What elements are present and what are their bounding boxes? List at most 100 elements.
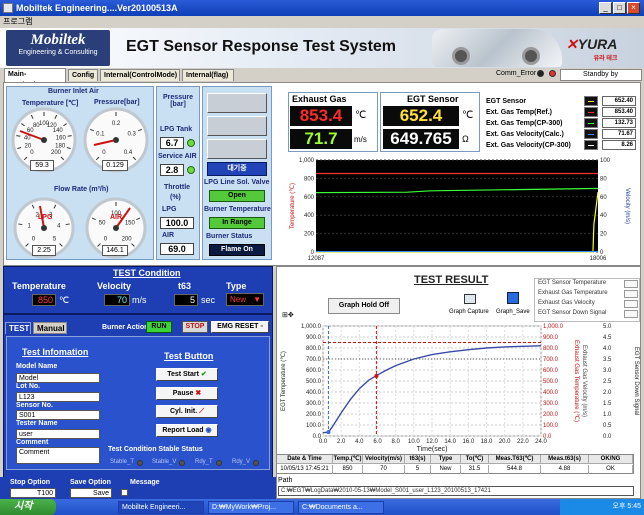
- result-y-tick-right: 0.5: [603, 423, 612, 429]
- table-header-cell: Temp.(℃): [333, 455, 363, 464]
- cyl-init-button[interactable]: Cyl. Init. ⟋: [156, 405, 218, 418]
- result-y-tick-mid: 200.0: [543, 412, 559, 418]
- test-start-button[interactable]: Test Start ✔: [156, 368, 218, 381]
- throttle-lpg-label: LPG: [162, 206, 177, 213]
- egt-title: EGT Sensor: [407, 94, 459, 104]
- sensor-value: 8.26: [602, 140, 636, 150]
- path-input[interactable]: C:₩EGT₩LogData₩2010-05-13₩Model_S001_use…: [278, 486, 634, 496]
- result-x-tick: 18.0: [481, 439, 493, 445]
- taskbar-item-mobiltek[interactable]: Mobiltek Engineeri...: [118, 501, 204, 514]
- minimize-button[interactable]: _: [599, 2, 612, 14]
- taskbar-item-documents[interactable]: C:₩Documents a...: [298, 501, 384, 514]
- close-button[interactable]: ×: [627, 2, 640, 14]
- control-button-1[interactable]: [207, 93, 267, 113]
- result-x-tick: 10.0: [408, 439, 420, 445]
- taskbar-item-mywork[interactable]: D:₩MyWork₩Proj...: [208, 501, 294, 514]
- window-titlebar: Mobiltek Engineering....Ver20100513A: [0, 0, 644, 16]
- save-icon[interactable]: [507, 292, 519, 304]
- clock: 오후 5:45: [612, 503, 641, 510]
- report-load-button[interactable]: Report Load ◉: [156, 424, 218, 437]
- trend-y-tick-right: 60: [600, 195, 607, 201]
- tab-config[interactable]: Config: [68, 69, 98, 81]
- legend-label: EGT Sensor Temperature: [538, 280, 607, 286]
- run-button[interactable]: RUN: [146, 321, 172, 333]
- tc-t63-input[interactable]: 5: [174, 294, 198, 306]
- tc-temp-input[interactable]: 850: [32, 294, 56, 306]
- comment-input[interactable]: Comment: [16, 447, 100, 464]
- tc-type-select[interactable]: New ▼: [226, 293, 264, 306]
- egt-res-display: 649.765: [383, 129, 459, 149]
- result-x-tick: 8.0: [391, 439, 400, 445]
- exhaust-title: Exhaust Gas: [292, 94, 347, 104]
- graph-save-label[interactable]: Graph_Save: [496, 309, 530, 315]
- tab-main-monitoring[interactable]: Main-Monitoring: [4, 68, 66, 89]
- pan-icon[interactable]: ✥: [288, 312, 294, 319]
- model-input[interactable]: Model: [16, 373, 100, 383]
- gauge-tick-label: 200: [51, 150, 62, 156]
- tab-test[interactable]: TEST: [5, 322, 31, 334]
- legend-item: Exhaust Gas Temperature: [538, 290, 638, 298]
- gauge-tick-label: 40: [24, 135, 31, 141]
- result-y-tick-right: 0.0: [603, 434, 612, 440]
- chart-toolbar-icons[interactable]: ⊞✥: [282, 311, 294, 319]
- graph-capture-label[interactable]: Graph Capture: [449, 309, 489, 315]
- result-x-tick: 16.0: [462, 439, 474, 445]
- standby-button[interactable]: 대기중: [207, 162, 267, 176]
- legend-item: EGT Sensor Temperature: [538, 280, 638, 288]
- burner-temp-status: In Range: [209, 217, 265, 229]
- save-option-checkbox[interactable]: [121, 489, 128, 496]
- sensor-swatch-icon: [584, 118, 598, 128]
- result-y-tick-mid: 100.0: [543, 423, 559, 429]
- sensor-row: EGT Sensor 652.40: [486, 96, 636, 107]
- checkbox-icon: ▫: [260, 323, 263, 330]
- result-t63-point: [374, 374, 379, 379]
- sensor-no-input[interactable]: S001: [16, 410, 100, 420]
- camera-icon[interactable]: [464, 294, 476, 304]
- gauge-tick-label: 180: [55, 143, 66, 149]
- lpg-gauge-label: LPG: [38, 214, 53, 221]
- lpg-valve-status: Open: [209, 190, 265, 202]
- legend-label: EGT Sensor Down Signal: [538, 310, 607, 316]
- sensor-row: Ext. Gas Velocity(Calc.) 71.67: [486, 129, 636, 140]
- tab-internal-control[interactable]: Internal(ControlMode): [100, 69, 180, 81]
- check-icon: ✔: [200, 371, 207, 378]
- legend-swatch-icon: [624, 290, 638, 298]
- gauge-tick-label: 0.4: [124, 150, 133, 156]
- table-header-cell: Date & Time: [277, 455, 333, 464]
- tab-manual[interactable]: Manual: [33, 322, 67, 334]
- lot-label: Lot No.: [16, 383, 41, 390]
- throttle-air-label: AIR: [162, 232, 175, 239]
- lot-input[interactable]: L123: [16, 392, 100, 402]
- start-button[interactable]: 시작: [0, 499, 56, 515]
- result-y-tick-right: 1.0: [603, 412, 612, 418]
- emg-reset-button[interactable]: EMG RESET ▫: [211, 321, 269, 333]
- table-header-cell: Meas.T63(℃): [489, 455, 541, 464]
- save-option-input[interactable]: Save: [70, 488, 112, 498]
- gauge-tick-label: 50: [99, 220, 106, 226]
- stable-v-label: Stable_V: [152, 459, 177, 465]
- pause-button[interactable]: Pause ✖: [156, 387, 218, 400]
- stop-button[interactable]: STOP: [182, 321, 208, 333]
- stop-option-input[interactable]: T100: [10, 488, 56, 498]
- menu-program[interactable]: 프로그램: [3, 17, 32, 26]
- gauge-tick-label: 160: [56, 135, 67, 141]
- sensor-label: Ext. Gas Velocity(CP-300): [486, 142, 571, 149]
- control-button-2[interactable]: [207, 116, 267, 136]
- comm-error-label: Comm_Error: [496, 70, 537, 77]
- trend-y-tick-right: 20: [600, 232, 607, 238]
- tab-internal-flag[interactable]: Internal(flag): [182, 69, 234, 81]
- tc-vel-input[interactable]: 70: [104, 294, 130, 306]
- egt-temp-display: 652.4: [383, 106, 459, 126]
- exhaust-temp-display: 853.4: [290, 106, 352, 126]
- trend-y-tick-left: 600: [304, 195, 315, 201]
- stop-option-label: Stop Option: [10, 479, 51, 486]
- graph-hold-button[interactable]: Graph Hold Off: [328, 298, 400, 314]
- result-y-tick-mid: 300.0: [543, 401, 559, 407]
- gauge-tick: [18, 223, 23, 226]
- yura-logo: ✕YURA 유라 테크: [566, 36, 617, 62]
- maximize-button[interactable]: □: [613, 2, 626, 14]
- gauge-tick: [67, 135, 72, 137]
- control-button-3[interactable]: [207, 139, 267, 159]
- tester-input[interactable]: user: [16, 429, 100, 439]
- result-y-tick-left: 200.0: [306, 412, 322, 418]
